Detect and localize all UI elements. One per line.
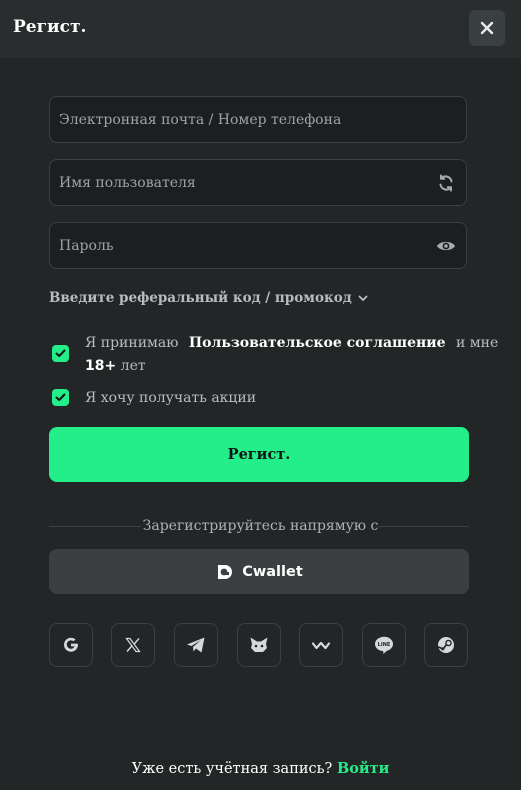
- email-field-wrapper: [49, 96, 467, 143]
- referral-code-toggle[interactable]: Введите реферальный код / промокод: [49, 290, 368, 306]
- walletconnect-login-button[interactable]: [299, 623, 343, 667]
- metamask-login-button[interactable]: [237, 623, 281, 667]
- referral-code-label: Введите реферальный код / промокод: [49, 290, 352, 306]
- checkmark-icon: [55, 349, 66, 357]
- checkmark-icon: [55, 393, 66, 401]
- terms-checkbox[interactable]: [52, 345, 69, 362]
- age-label: 18+: [85, 358, 117, 374]
- terms-prefix: Я принимаю: [85, 335, 179, 351]
- steam-login-button[interactable]: [424, 623, 468, 667]
- login-prompt: Уже есть учётная запись? Войти: [0, 760, 521, 777]
- telegram-login-button[interactable]: [174, 623, 218, 667]
- line-login-button[interactable]: LINE: [362, 623, 406, 667]
- chevron-down-icon: [358, 295, 368, 301]
- eye-icon[interactable]: [436, 236, 456, 256]
- telegram-icon: [187, 637, 205, 653]
- terms-agreement-row: Я принимаю Пользовательское соглашение и…: [52, 332, 498, 378]
- cwallet-label: Cwallet: [242, 563, 303, 580]
- terms-text: Я принимаю Пользовательское соглашение и…: [85, 332, 498, 378]
- login-prompt-text: Уже есть учётная запись?: [131, 761, 333, 777]
- email-field[interactable]: [50, 97, 466, 142]
- modal-title: Регист.: [13, 17, 87, 37]
- cwallet-button[interactable]: Cwallet: [49, 549, 469, 594]
- x-login-button[interactable]: [111, 623, 155, 667]
- register-button[interactable]: Регист.: [49, 427, 469, 482]
- username-field-wrapper: [49, 159, 467, 206]
- close-icon: [480, 21, 494, 35]
- line-icon: LINE: [375, 636, 393, 654]
- promo-text: Я хочу получать акции: [85, 390, 257, 406]
- divider-label: Зарегистрируйтесь напрямую с: [142, 518, 379, 534]
- x-icon: [125, 637, 141, 653]
- modal-header: Регист.: [0, 0, 521, 58]
- username-field[interactable]: [50, 160, 436, 205]
- steam-icon: [437, 637, 454, 653]
- google-login-button[interactable]: [49, 623, 93, 667]
- promo-agreement-row: Я хочу получать акции: [52, 387, 256, 410]
- terms-suffix: и мне: [455, 335, 499, 351]
- walletconnect-icon: [311, 641, 331, 650]
- google-icon: [64, 637, 78, 652]
- password-field[interactable]: [50, 223, 436, 268]
- login-link[interactable]: Войти: [337, 760, 389, 777]
- password-field-wrapper: [49, 222, 467, 269]
- terms-link[interactable]: Пользовательское соглашение: [189, 335, 446, 351]
- close-button[interactable]: [469, 10, 505, 46]
- refresh-icon[interactable]: [436, 173, 456, 193]
- age-suffix: лет: [120, 358, 146, 374]
- promo-checkbox[interactable]: [52, 389, 69, 406]
- metamask-icon: [250, 637, 268, 652]
- cwallet-icon: [218, 564, 233, 579]
- svg-text:LINE: LINE: [378, 642, 391, 648]
